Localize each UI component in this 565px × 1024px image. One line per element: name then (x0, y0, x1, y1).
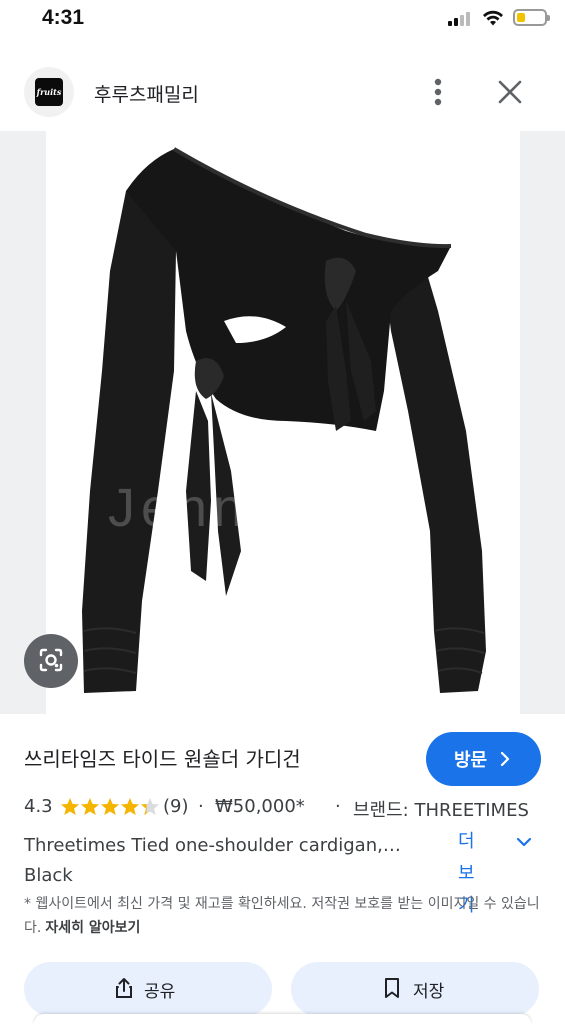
site-logo-mark: fruits (35, 78, 63, 106)
star-icon (141, 798, 159, 815)
battery-icon (513, 9, 550, 26)
more-vert-icon (434, 78, 442, 106)
learn-more-link[interactable]: 자세히 알아보기 (45, 920, 140, 936)
visit-button[interactable]: 방문 (426, 732, 541, 786)
star-icon (101, 798, 119, 815)
separator-dot: · (335, 796, 341, 817)
star-icon (121, 798, 139, 815)
status-time: 4:31 (42, 6, 85, 29)
brand-label: 브랜드: THREETIMES (353, 800, 529, 821)
expand-description-button[interactable]: 더보기 (458, 826, 542, 916)
close-button[interactable] (494, 76, 526, 108)
bottom-sheet-edge (34, 1014, 531, 1024)
chevron-right-icon (500, 752, 510, 766)
bookmark-icon (385, 978, 399, 998)
product-title: 쓰리타임즈 타이드 원숄더 가디건 (24, 747, 301, 771)
share-label: 공유 (144, 982, 176, 1002)
product-image-area: Jennylara (0, 131, 565, 714)
battery-fill (517, 13, 525, 22)
lens-icon (39, 648, 63, 672)
price: ₩50,000* (215, 796, 305, 817)
lens-search-button[interactable] (24, 634, 78, 688)
star-icon (61, 798, 79, 815)
status-bar: 4:31 (0, 0, 565, 40)
site-name[interactable]: 후루츠패밀리 (94, 80, 199, 107)
wifi-icon (483, 10, 503, 26)
save-label: 저장 (413, 982, 445, 1002)
copyright-disclaimer: * 웹사이트에서 최신 가격 및 재고를 확인하세요. 저작권 보호를 받는 이… (24, 892, 549, 940)
share-button[interactable]: 공유 (24, 962, 272, 1016)
watermark-text: Jennylara (108, 478, 396, 538)
save-button[interactable]: 저장 (291, 962, 539, 1016)
review-count[interactable]: (9) (163, 796, 189, 817)
close-icon (498, 80, 522, 104)
site-logo[interactable]: fruits (24, 67, 74, 117)
separator-dot: · (198, 796, 204, 817)
cardigan-image: Jennylara (82, 147, 486, 693)
signal-icon (448, 12, 474, 26)
result-header: fruits 후루츠패밀리 (0, 60, 565, 124)
chevron-down-icon (516, 837, 532, 847)
product-image[interactable]: Jennylara (46, 131, 520, 714)
star-icon (81, 798, 99, 815)
more-options-button[interactable] (424, 74, 452, 110)
rating-value: 4.3 (24, 796, 53, 817)
share-icon (116, 978, 132, 998)
product-description: Threetimes Tied one-shoulder cardigan,… … (24, 835, 401, 886)
star-rating-icon (61, 798, 159, 815)
visit-label: 방문 (454, 750, 488, 771)
